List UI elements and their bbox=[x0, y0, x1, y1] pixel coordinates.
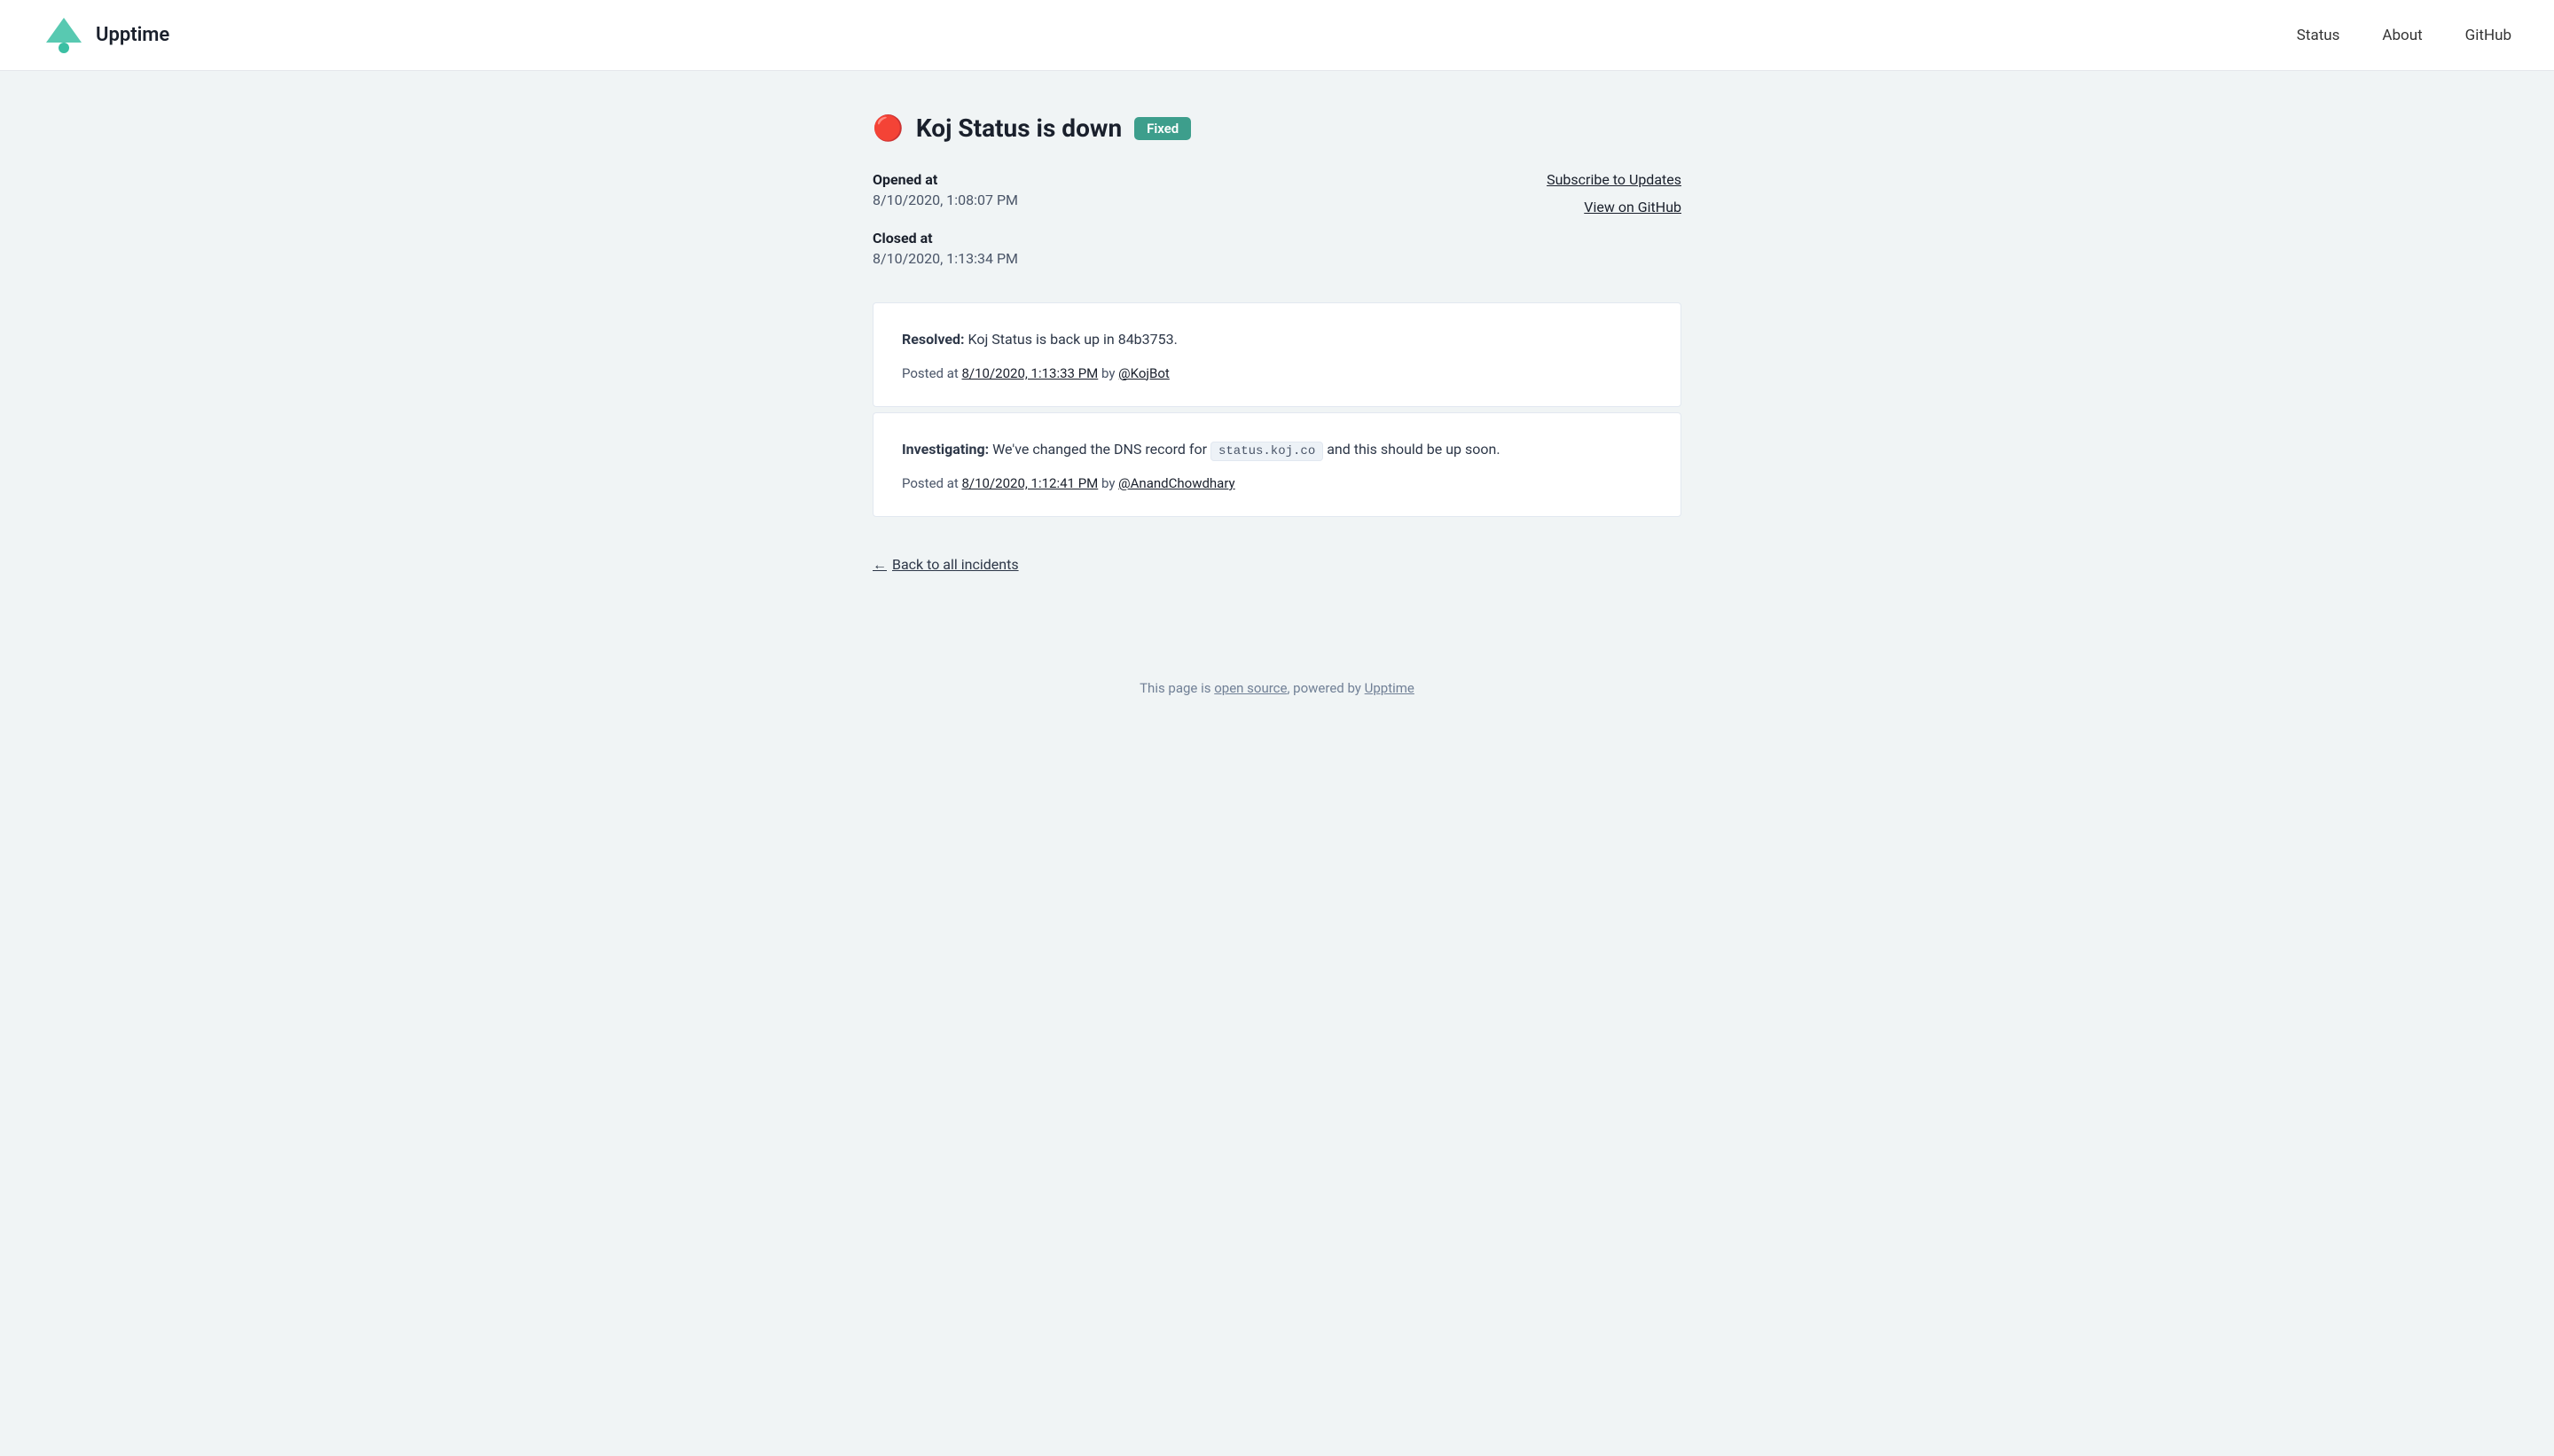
meta-actions: Subscribe to Updates View on GitHub bbox=[1547, 171, 1681, 215]
site-header: Upptime Status About GitHub bbox=[0, 0, 2554, 71]
main-nav: Status About GitHub bbox=[2297, 27, 2511, 44]
investigating-type: Investigating: bbox=[902, 441, 989, 458]
closed-at-label: Closed at bbox=[873, 230, 1018, 247]
investigating-posted-by-prefix: by bbox=[1101, 475, 1118, 491]
investigating-posted-link[interactable]: 8/10/2020, 1:12:41 PM bbox=[962, 475, 1099, 491]
incident-title-text: Koj Status is down bbox=[916, 114, 1122, 143]
view-github-link[interactable]: View on GitHub bbox=[1584, 199, 1681, 215]
closed-at: Closed at 8/10/2020, 1:13:34 PM bbox=[873, 230, 1018, 267]
resolved-message: Resolved: Koj Status is back up in 84b37… bbox=[902, 328, 1652, 351]
subscribe-link[interactable]: Subscribe to Updates bbox=[1547, 171, 1681, 188]
incident-meta: Opened at 8/10/2020, 1:08:07 PM Closed a… bbox=[873, 171, 1681, 267]
site-footer: This page is open source, powered by Upp… bbox=[0, 659, 2554, 717]
footer-upptime-link[interactable]: Upptime bbox=[1365, 680, 1414, 696]
opened-at: Opened at 8/10/2020, 1:08:07 PM bbox=[873, 171, 1018, 208]
resolved-type: Resolved: bbox=[902, 331, 965, 348]
footer-opensource-link[interactable]: open source bbox=[1214, 680, 1287, 696]
dns-code: status.koj.co bbox=[1210, 442, 1323, 461]
upptime-logo-icon bbox=[43, 14, 85, 57]
investigating-footer: Posted at 8/10/2020, 1:12:41 PM by @Anan… bbox=[902, 475, 1652, 491]
investigating-text-pre: We've changed the DNS record for bbox=[992, 441, 1210, 458]
main-content: 🔴 Koj Status is down Fixed Opened at 8/1… bbox=[851, 71, 1703, 659]
status-icon: 🔴 bbox=[873, 114, 904, 143]
resolved-posted-by-prefix: by bbox=[1101, 365, 1118, 381]
logo-link[interactable]: Upptime bbox=[43, 14, 169, 57]
resolved-posted-by[interactable]: @KojBot bbox=[1118, 365, 1170, 381]
investigating-message: Investigating: We've changed the DNS rec… bbox=[902, 438, 1652, 461]
back-link[interactable]: ← Back to all incidents bbox=[873, 556, 1019, 574]
investigating-posted-prefix: Posted at bbox=[902, 475, 962, 491]
logo-text: Upptime bbox=[96, 24, 169, 46]
back-link-text: Back to all incidents bbox=[892, 556, 1019, 573]
nav-status[interactable]: Status bbox=[2297, 27, 2340, 44]
incident-cards: Resolved: Koj Status is back up in 84b37… bbox=[873, 302, 1681, 521]
resolved-footer: Posted at 8/10/2020, 1:13:33 PM by @KojB… bbox=[902, 365, 1652, 381]
resolved-posted-prefix: Posted at bbox=[902, 365, 962, 381]
opened-at-value: 8/10/2020, 1:08:07 PM bbox=[873, 192, 1018, 208]
opened-at-label: Opened at bbox=[873, 171, 1018, 188]
nav-about[interactable]: About bbox=[2382, 27, 2422, 44]
footer-text: This page is open source, powered by Upp… bbox=[21, 680, 2533, 696]
incident-card-investigating: Investigating: We've changed the DNS rec… bbox=[873, 412, 1681, 517]
incident-card-resolved: Resolved: Koj Status is back up in 84b37… bbox=[873, 302, 1681, 407]
closed-at-value: 8/10/2020, 1:13:34 PM bbox=[873, 250, 1018, 267]
resolved-posted-link[interactable]: 8/10/2020, 1:13:33 PM bbox=[962, 365, 1099, 381]
incident-title-row: 🔴 Koj Status is down Fixed bbox=[873, 114, 1681, 143]
nav-github[interactable]: GitHub bbox=[2465, 27, 2511, 44]
back-arrow-icon: ← bbox=[873, 556, 887, 574]
investigating-text-post: and this should be up soon. bbox=[1327, 441, 1500, 458]
resolved-text: Koj Status is back up in 84b3753. bbox=[968, 331, 1178, 348]
meta-dates: Opened at 8/10/2020, 1:08:07 PM Closed a… bbox=[873, 171, 1018, 267]
fixed-badge: Fixed bbox=[1134, 117, 1191, 140]
investigating-posted-by[interactable]: @AnandChowdhary bbox=[1118, 475, 1234, 491]
